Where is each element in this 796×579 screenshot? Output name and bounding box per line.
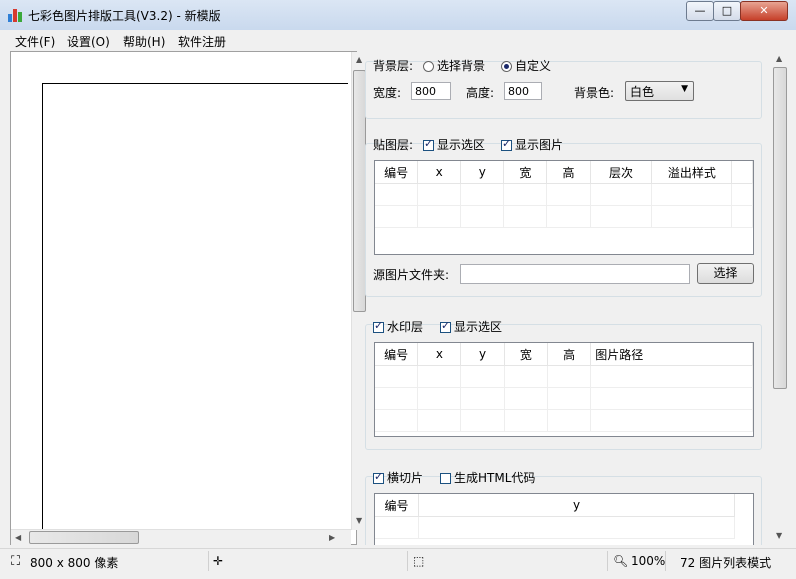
view-mode-text: 72 图片列表模式 bbox=[680, 556, 772, 570]
maximize-button[interactable]: □ bbox=[713, 1, 741, 21]
canvas-hscroll-thumb[interactable] bbox=[29, 531, 139, 544]
column-header[interactable]: 图片路径 bbox=[590, 343, 753, 366]
column-header[interactable]: x bbox=[417, 343, 462, 366]
generate-html-checkbox[interactable]: 生成HTML代码 bbox=[440, 469, 535, 486]
checkbox-unchecked-icon bbox=[440, 473, 451, 484]
background-color-value: 白色 bbox=[630, 85, 655, 99]
radio-icon bbox=[423, 61, 434, 72]
menu-help[interactable]: 帮助(H) bbox=[123, 33, 165, 50]
status-separator bbox=[665, 551, 666, 571]
table-row[interactable] bbox=[375, 516, 735, 539]
menu-register[interactable]: 软件注册 bbox=[178, 33, 226, 50]
selection-icon: ⬚ bbox=[413, 554, 425, 568]
column-header[interactable]: 层次 bbox=[590, 161, 653, 184]
column-header[interactable]: 宽 bbox=[504, 343, 548, 366]
height-input[interactable]: 800 bbox=[504, 82, 542, 100]
checkbox-checked-icon bbox=[373, 319, 384, 333]
menu-bar: 文件(F) 设置(O) 帮助(H) 软件注册 bbox=[0, 30, 796, 50]
scroll-left-arrow-icon[interactable]: ◀ bbox=[15, 533, 21, 542]
column-header[interactable]: 编号 bbox=[375, 343, 419, 366]
panel-vertical-scrollbar[interactable]: ▲ ▼ bbox=[772, 51, 788, 545]
canvas-size-icon: ⛶ bbox=[11, 554, 21, 569]
canvas-size-text: 800 x 800 像素 bbox=[30, 556, 119, 570]
checkbox-checked-icon bbox=[423, 137, 434, 151]
column-header[interactable]: 高 bbox=[546, 161, 591, 184]
slice-enable-checkbox[interactable]: 横切片 bbox=[373, 469, 423, 486]
source-folder-input[interactable] bbox=[460, 264, 690, 284]
layer-settings-panel: 背景层: 选择背景 自定义 宽度: 800 高度: 800 背景色: 白色 ▼ … bbox=[360, 51, 772, 545]
design-canvas[interactable] bbox=[42, 83, 348, 534]
table-row[interactable] bbox=[375, 387, 753, 410]
column-header[interactable]: y bbox=[418, 494, 735, 517]
checkbox-checked-icon bbox=[501, 137, 512, 151]
table-header-row: 编号 x y 宽 高 图片路径 bbox=[375, 343, 753, 366]
width-label: 宽度: bbox=[373, 86, 402, 100]
width-input[interactable]: 800 bbox=[411, 82, 451, 100]
height-label: 高度: bbox=[466, 86, 495, 100]
close-button[interactable]: ✕ bbox=[740, 1, 788, 21]
watermark-show-area-checkbox[interactable]: 显示选区 bbox=[440, 318, 502, 335]
window-title: 七彩色图片排版工具(V3.2) - 新模版 bbox=[28, 9, 221, 23]
table-header-row: 编号 y bbox=[375, 494, 735, 517]
background-layer-label: 背景层: bbox=[373, 59, 414, 73]
sticker-table[interactable]: 编号 x y 宽 高 层次 溢出样式 bbox=[374, 160, 754, 255]
magnifier-icon: 🔍︎ bbox=[613, 554, 629, 568]
sticker-show-image-checkbox[interactable]: 显示图片 bbox=[501, 136, 563, 153]
table-row[interactable] bbox=[375, 365, 753, 388]
choose-folder-button[interactable]: 选择 bbox=[697, 263, 754, 284]
move-cross-icon: ✛ bbox=[213, 554, 224, 568]
column-header[interactable]: 溢出样式 bbox=[651, 161, 733, 184]
column-header[interactable]: y bbox=[460, 161, 505, 184]
table-header-row: 编号 x y 宽 高 层次 溢出样式 bbox=[375, 161, 753, 184]
watermark-enable-checkbox[interactable]: 水印层 bbox=[373, 318, 423, 335]
table-row[interactable] bbox=[375, 409, 753, 432]
status-separator bbox=[208, 551, 209, 571]
checkbox-checked-icon bbox=[373, 470, 384, 484]
sticker-show-area-checkbox[interactable]: 显示选区 bbox=[423, 136, 485, 153]
title-bar: 七彩色图片排版工具(V3.2) - 新模版 — □ ✕ bbox=[0, 0, 796, 31]
radio-selected-icon bbox=[501, 61, 512, 72]
menu-settings[interactable]: 设置(O) bbox=[67, 33, 110, 50]
zoom-level: 100% bbox=[631, 554, 666, 568]
status-separator bbox=[607, 551, 608, 571]
dropdown-arrow-icon: ▼ bbox=[681, 84, 688, 94]
status-separator bbox=[407, 551, 408, 571]
column-header[interactable]: y bbox=[460, 343, 505, 366]
status-bar: ⛶ 800 x 800 像素 ✛ ⬚ 🔍︎ 100% 72 图片列表模式 bbox=[0, 548, 796, 579]
minimize-button[interactable]: — bbox=[686, 1, 714, 21]
column-header[interactable]: 高 bbox=[547, 343, 592, 366]
checkbox-checked-icon bbox=[440, 319, 451, 333]
source-folder-label: 源图片文件夹: bbox=[373, 268, 450, 282]
column-header-filler bbox=[731, 161, 753, 184]
canvas-horizontal-scrollbar[interactable]: ◀ ▶ bbox=[11, 529, 351, 546]
app-logo-icon bbox=[8, 8, 22, 22]
panel-vscroll-thumb[interactable] bbox=[773, 67, 787, 389]
radio-custom-background[interactable]: 自定义 bbox=[501, 57, 551, 74]
column-header[interactable]: 编号 bbox=[375, 161, 419, 184]
table-row[interactable] bbox=[375, 183, 753, 206]
slice-table[interactable]: 编号 y bbox=[374, 493, 754, 545]
scroll-right-arrow-icon[interactable]: ▶ bbox=[329, 533, 335, 542]
background-color-label: 背景色: bbox=[574, 86, 615, 100]
watermark-table[interactable]: 编号 x y 宽 高 图片路径 bbox=[374, 342, 754, 437]
radio-select-background[interactable]: 选择背景 bbox=[423, 57, 485, 74]
column-header[interactable]: x bbox=[417, 161, 462, 184]
scroll-up-arrow-icon[interactable]: ▲ bbox=[776, 54, 782, 63]
canvas-viewport[interactable]: ▲ ▼ ◀ ▶ bbox=[10, 51, 368, 546]
column-header[interactable]: 宽 bbox=[503, 161, 548, 184]
table-row[interactable] bbox=[375, 205, 753, 228]
background-color-select[interactable]: 白色 ▼ bbox=[625, 81, 694, 101]
scroll-down-arrow-icon[interactable]: ▼ bbox=[776, 531, 782, 540]
sticker-layer-label: 贴图层: bbox=[373, 138, 414, 152]
column-header[interactable]: 编号 bbox=[375, 494, 419, 517]
menu-file[interactable]: 文件(F) bbox=[15, 33, 55, 50]
